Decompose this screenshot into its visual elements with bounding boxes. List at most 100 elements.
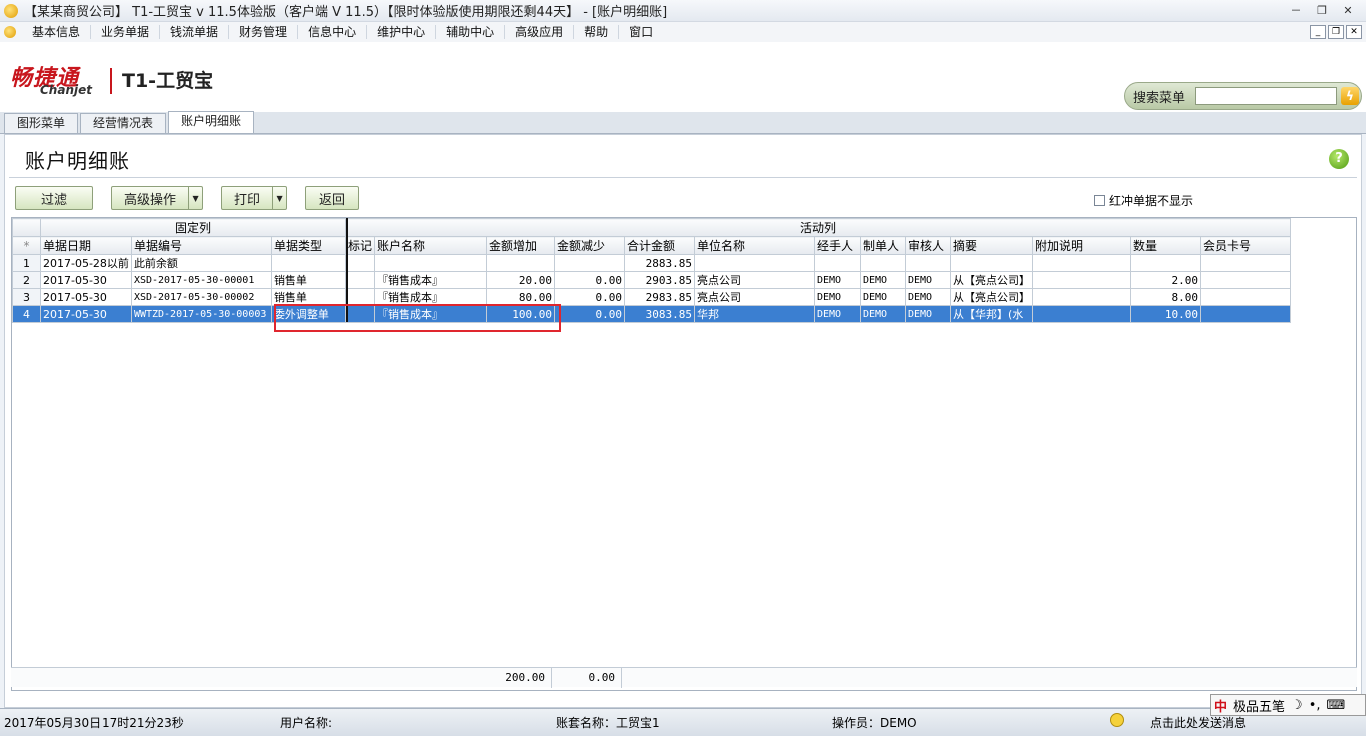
group-header-row: 固定列 活动列 — [12, 218, 1291, 237]
table-row[interactable]: 3 2017-05-30 XSD-2017-05-30-00002 销售单 『销… — [12, 288, 1291, 306]
close-button[interactable]: ✕ — [1336, 3, 1360, 19]
col-amount-decrease[interactable]: 金额减少 — [553, 236, 625, 255]
active-columns-group: 活动列 — [344, 218, 1291, 237]
menu-finance[interactable]: 财务管理 — [229, 25, 299, 39]
smiley-icon[interactable] — [1110, 713, 1124, 727]
menu-maintenance[interactable]: 维护中心 — [367, 25, 437, 39]
column-header-row: * 单据日期 单据编号 单据类型 标记 账户名称 金额增加 金额减少 合计金额 … — [12, 236, 1291, 255]
cell-card — [1199, 288, 1291, 306]
menu-auxiliary[interactable]: 辅助中心 — [436, 25, 506, 39]
help-icon[interactable]: ? — [1329, 149, 1349, 169]
cell-decrease: 0.00 — [553, 271, 625, 289]
cell-total: 2883.85 — [623, 254, 695, 272]
col-handler[interactable]: 经手人 — [813, 236, 861, 255]
status-account-set: 账套名称：工贸宝1 — [556, 716, 660, 730]
ime-chinese-icon[interactable]: 中 — [1211, 696, 1230, 715]
table-row-selected[interactable]: 4 2017-05-30 WWTZD-2017-05-30-00003 委外调整… — [12, 305, 1291, 323]
col-member-card[interactable]: 会员卡号 — [1199, 236, 1291, 255]
cell-account — [373, 254, 487, 272]
mdi-controls: _ ❐ ✕ — [1310, 25, 1362, 39]
mdi-minimize-button[interactable]: _ — [1310, 25, 1326, 39]
total-increase: 200.00 — [505, 671, 545, 684]
send-message-link[interactable]: 点击此处发送消息 — [1150, 714, 1246, 731]
cell-handler — [813, 254, 861, 272]
col-doc-type[interactable]: 单据类型 — [270, 236, 346, 255]
mdi-close-button[interactable]: ✕ — [1346, 25, 1362, 39]
cell-flag — [344, 271, 375, 289]
cell-unit: 亮点公司 — [693, 271, 815, 289]
search-input[interactable] — [1195, 87, 1337, 105]
tab-account-ledger[interactable]: 账户明细账 — [168, 111, 255, 133]
advanced-ops-button[interactable]: 高级操作 ▼ — [111, 186, 204, 210]
cell-doc-no: 此前余额 — [130, 254, 272, 272]
col-quantity[interactable]: 数量 — [1129, 236, 1201, 255]
status-operator: 操作员：DEMO — [832, 716, 917, 730]
col-summary[interactable]: 摘要 — [949, 236, 1033, 255]
product-name: T1-工贸宝 — [122, 70, 214, 92]
menu-window[interactable]: 窗口 — [619, 25, 663, 39]
group-header-spacer — [12, 218, 41, 237]
status-bar: 2017年05月30日 17时21分23秒 用户名称: 账套名称：工贸宝1 操作… — [0, 708, 1366, 736]
chevron-down-icon[interactable]: ▼ — [272, 187, 286, 209]
lightning-icon[interactable]: ϟ — [1341, 87, 1359, 105]
menu-cash-docs[interactable]: 钱流单据 — [160, 25, 230, 39]
col-doc-no[interactable]: 单据编号 — [130, 236, 272, 255]
tab-business-report[interactable]: 经营情况表 — [80, 113, 167, 133]
page-title: 账户明细账 — [25, 149, 130, 173]
total-decrease: 0.00 — [588, 671, 616, 684]
col-auditor[interactable]: 审核人 — [904, 236, 951, 255]
hide-red-reversal-checkbox[interactable] — [1093, 195, 1105, 206]
menu-help[interactable]: 帮助 — [574, 25, 620, 39]
col-account[interactable]: 账户名称 — [373, 236, 487, 255]
restore-button[interactable]: ❐ — [1310, 3, 1334, 19]
col-note[interactable]: 附加说明 — [1031, 236, 1131, 255]
col-amount-increase[interactable]: 金额增加 — [485, 236, 555, 255]
totals-divider — [551, 668, 552, 688]
table-row[interactable]: 1 2017-05-28以前 此前余额 2883.85 — [12, 254, 1291, 272]
cell-unit: 华邦 — [693, 305, 815, 323]
back-button-label: 返回 — [319, 192, 346, 208]
window-controls: － ❐ ✕ — [1284, 3, 1360, 19]
keyboard-icon[interactable]: ⌨ — [1324, 698, 1349, 713]
table-row[interactable]: 2 2017-05-30 XSD-2017-05-30-00001 销售单 『销… — [12, 271, 1291, 289]
cell-auditor: DEMO — [904, 271, 951, 289]
cell-decrease: 0.00 — [553, 288, 625, 306]
cell-auditor: DEMO — [904, 288, 951, 306]
row-number: 3 — [12, 288, 41, 306]
hide-red-reversal-option[interactable]: 红冲单据不显示 — [1093, 192, 1193, 209]
row-number: 1 — [12, 254, 41, 272]
print-button[interactable]: 打印 ▼ — [221, 186, 288, 210]
cell-quantity: 10.00 — [1129, 305, 1201, 323]
chevron-down-icon[interactable]: ▼ — [188, 187, 202, 209]
mdi-restore-button[interactable]: ❐ — [1328, 25, 1344, 39]
cell-date: 2017-05-30 — [40, 288, 132, 306]
select-all-corner[interactable]: * — [12, 236, 41, 255]
menu-advanced[interactable]: 高级应用 — [505, 25, 575, 39]
cell-note — [1031, 288, 1131, 306]
menu-info-center[interactable]: 信息中心 — [298, 25, 368, 39]
cell-flag — [344, 254, 375, 272]
punctuation-icon[interactable]: •, — [1306, 698, 1324, 713]
menu-basic-info[interactable]: 基本信息 — [22, 25, 92, 39]
ime-name[interactable]: 极品五笔 — [1230, 696, 1288, 715]
status-time: 17时21分23秒 — [102, 716, 184, 730]
col-total-amount[interactable]: 合计金额 — [623, 236, 695, 255]
back-button[interactable]: 返回 — [305, 186, 360, 210]
cell-increase: 20.00 — [485, 271, 555, 289]
tab-graphic-menu[interactable]: 图形菜单 — [4, 113, 79, 133]
cell-total: 2903.85 — [623, 271, 695, 289]
col-doc-date[interactable]: 单据日期 — [40, 236, 132, 255]
advanced-ops-label: 高级操作 — [124, 192, 177, 208]
menu-business-docs[interactable]: 业务单据 — [91, 25, 161, 39]
col-unit-name[interactable]: 单位名称 — [693, 236, 815, 255]
cell-doc-no: XSD-2017-05-30-00002 — [130, 288, 272, 306]
col-maker[interactable]: 制单人 — [859, 236, 906, 255]
cell-card — [1199, 271, 1291, 289]
totals-divider — [621, 668, 622, 688]
minimize-button[interactable]: － — [1284, 3, 1308, 19]
filter-button[interactable]: 过滤 — [15, 186, 93, 210]
cell-auditor — [904, 254, 951, 272]
moon-icon[interactable]: ☽ — [1288, 698, 1306, 713]
cell-maker: DEMO — [859, 271, 906, 289]
col-flag[interactable]: 标记 — [344, 236, 375, 255]
